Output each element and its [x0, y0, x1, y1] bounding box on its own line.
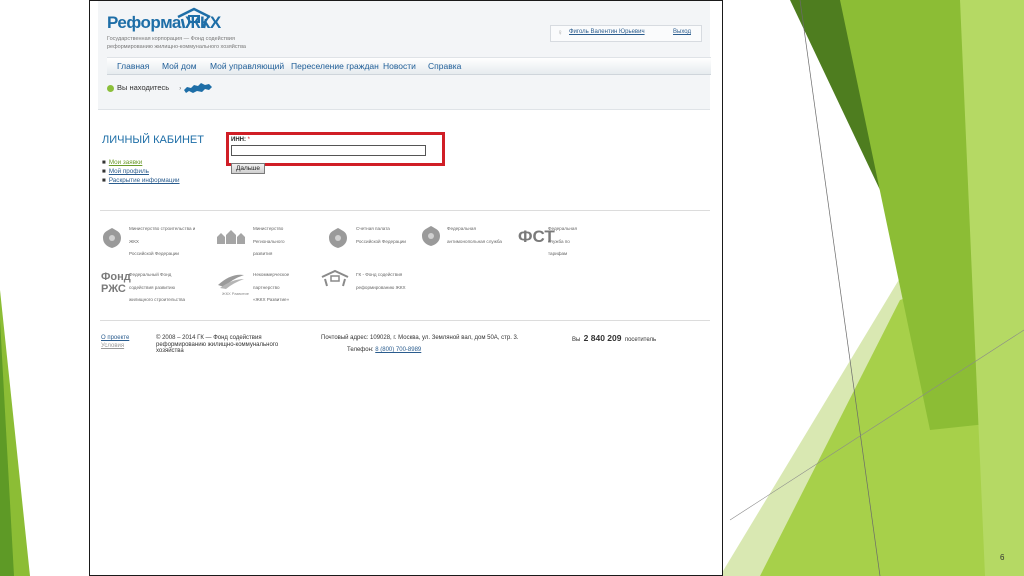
russia-map-icon[interactable] [183, 81, 213, 95]
nav-item-my-house[interactable]: Мой дом [162, 61, 197, 71]
house-logo-icon [177, 7, 211, 29]
slide-number: 6 [1000, 553, 1005, 562]
inn-input[interactable] [231, 145, 426, 156]
emblem-minstroy-icon [103, 228, 121, 248]
emblem-chamber-icon [329, 228, 347, 248]
next-button[interactable]: Дальше [231, 163, 265, 174]
menu-item-my-profile[interactable]: ■ Мой профиль [102, 167, 180, 176]
nav-item-my-manager[interactable]: Мой управляющий [210, 61, 284, 71]
location-marker-icon [107, 84, 114, 92]
divider-bottom [100, 320, 710, 321]
minregion-houses-icon [217, 230, 245, 244]
site-header: Реформа ЖКХ Государственная корпорация —… [98, 1, 711, 110]
corp-description: Государственная корпорация — Фонд содейс… [107, 36, 246, 50]
nav-item-resettlement[interactable]: Переселение граждан [291, 61, 379, 71]
phone-link[interactable]: 8 (800) 700-8989 [375, 347, 421, 353]
user-icon: ♀ [557, 28, 563, 37]
about-project-link[interactable]: О проекте [101, 335, 129, 341]
inn-label: ИНН: * [231, 137, 250, 143]
user-panel: ♀ Фиголь Валентин Юрьевич Выход [550, 25, 702, 42]
logout-link[interactable]: Выход [673, 29, 691, 35]
visitor-counter: Вы 2 840 209 посетитель [572, 333, 657, 343]
zhkh-razvitie-logo-text: ЖКХ Развитие [222, 291, 250, 296]
user-name-link[interactable]: Фиголь Валентин Юрьевич [569, 29, 645, 35]
breadcrumb: Вы находитесь › [107, 81, 213, 95]
menu-item-my-requests[interactable]: ■ Мои заявки [102, 158, 180, 167]
main-nav: Главная Мой дом Мой управляющий Переселе… [107, 57, 711, 75]
breadcrumb-arrow-icon: › [179, 85, 182, 92]
emblem-fas-icon [422, 226, 440, 246]
website-screenshot: Реформа ЖКХ Государственная корпорация —… [89, 0, 723, 576]
cabinet-menu: ■ Мои заявки ■ Мой профиль ■ Раскрытие инфо… [102, 158, 180, 185]
nav-item-help[interactable]: Справка [428, 61, 461, 71]
postal-address: Почтовый адрес: 109028, г. Москва, ул. З… [321, 335, 519, 341]
nav-item-news[interactable]: Новости [383, 61, 416, 71]
phone-line: Телефон: 8 (800) 700-8989 [347, 347, 422, 353]
copyright: © 2008 – 2014 ГК — Фонд содействия реформ… [156, 335, 279, 354]
cabinet-title: ЛИЧНЫЙ КАБИНЕТ [102, 134, 204, 146]
divider-top [100, 210, 710, 211]
nav-item-home[interactable]: Главная [117, 61, 149, 71]
fond-house-logo-icon [321, 269, 349, 287]
fond-rzhs-logo: Фонд РЖС [101, 271, 131, 295]
menu-item-disclosure[interactable]: ■ Раскрытие информации [102, 176, 180, 185]
terms-link[interactable]: Условия [101, 343, 124, 349]
